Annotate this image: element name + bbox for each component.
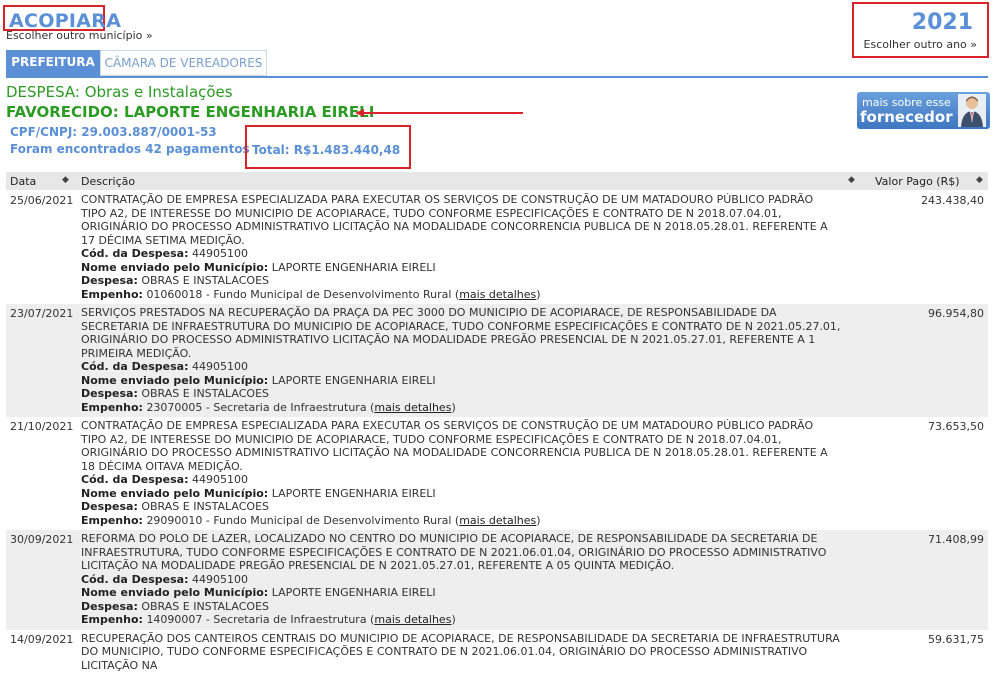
sort-date-icon[interactable]: ◆ bbox=[62, 175, 69, 185]
city-highlight-box: ACOPIARA bbox=[3, 5, 105, 31]
row-date: 14/09/2021 bbox=[10, 633, 73, 647]
change-city-link[interactable]: Escolher outro município » bbox=[6, 29, 153, 42]
row-date: 30/09/2021 bbox=[10, 533, 73, 547]
more-details-link[interactable]: mais detalhes bbox=[374, 401, 451, 414]
year-label: 2021 bbox=[912, 10, 973, 35]
year-highlight-box: 2021 Escolher outro ano » bbox=[852, 2, 989, 58]
empenho-value: 23070005 - Secretaria de Infraestrutura bbox=[146, 401, 366, 414]
cod-value: 44905100 bbox=[192, 247, 248, 260]
despesa-value: OBRAS E INSTALACOES bbox=[141, 274, 269, 287]
row-value: 59.631,75 bbox=[928, 633, 984, 647]
payments-found-text: Foram encontrados 42 pagamentos bbox=[10, 142, 250, 156]
change-year-link[interactable]: Escolher outro ano » bbox=[864, 38, 977, 51]
tab-camara-de-vereadores[interactable]: CÂMARA DE VEREADORES bbox=[100, 50, 267, 76]
empenho-value: 14090007 - Secretaria de Infraestrutura bbox=[146, 613, 366, 626]
empenho-label: Empenho: bbox=[81, 514, 143, 527]
despesa-title: DESPESA: Obras e Instalações bbox=[6, 83, 233, 101]
row-value: 73.653,50 bbox=[928, 420, 984, 434]
col-header-desc[interactable]: Descrição bbox=[81, 175, 135, 188]
despesa-label: Despesa: bbox=[81, 387, 138, 400]
total-highlight-box: Total: R$1.483.440,48 bbox=[245, 125, 411, 169]
row-description: CONTRATAÇÃO DE EMPRESA ESPECIALIZADA PAR… bbox=[81, 193, 841, 247]
cod-label: Cód. da Despesa: bbox=[81, 360, 188, 373]
more-details-link[interactable]: mais detalhes bbox=[374, 613, 451, 626]
despesa-label: Despesa: bbox=[81, 274, 138, 287]
empenho-value: 01060018 - Fundo Municipal de Desenvolvi… bbox=[146, 288, 451, 301]
sort-value-icon[interactable]: ◆ bbox=[976, 175, 983, 185]
nome-value: LAPORTE ENGENHARIA EIRELI bbox=[272, 261, 436, 274]
table-header: Data ◆ Descrição ◆ Valor Pago (R$) ◆ bbox=[6, 172, 988, 190]
col-header-date[interactable]: Data bbox=[10, 175, 36, 188]
nome-value: LAPORTE ENGENHARIA EIRELI bbox=[272, 586, 436, 599]
empenho-value: 29090010 - Fundo Municipal de Desenvolvi… bbox=[146, 514, 451, 527]
cnpj-text: CPF/CNPJ: 29.003.887/0001-53 bbox=[10, 125, 217, 139]
payments-table: 25/06/2021 243.438,40 CONTRATAÇÃO DE EMP… bbox=[6, 191, 988, 675]
row-value: 96.954,80 bbox=[928, 307, 984, 321]
more-button-line2: fornecedor bbox=[860, 108, 953, 126]
tab-prefeitura[interactable]: PREFEITURA bbox=[6, 50, 100, 76]
favorecido-title: FAVORECIDO: LAPORTE ENGENHARIA EIRELI bbox=[6, 103, 374, 121]
despesa-value: OBRAS E INSTALACOES bbox=[141, 600, 269, 613]
empenho-label: Empenho: bbox=[81, 288, 143, 301]
sort-desc-icon[interactable]: ◆ bbox=[848, 175, 855, 185]
businessman-icon bbox=[958, 94, 986, 127]
despesa-label: Despesa: bbox=[81, 600, 138, 613]
row-date: 25/06/2021 bbox=[10, 194, 73, 208]
row-date: 21/10/2021 bbox=[10, 420, 73, 434]
table-row: 14/09/2021 59.631,75 RECUPERAÇÃO DOS CAN… bbox=[6, 630, 988, 675]
cod-value: 44905100 bbox=[192, 360, 248, 373]
tab-underline bbox=[6, 76, 988, 78]
col-header-value[interactable]: Valor Pago (R$) bbox=[875, 175, 960, 188]
nome-label: Nome enviado pelo Município: bbox=[81, 261, 268, 274]
more-details-link[interactable]: mais detalhes bbox=[459, 514, 536, 527]
nome-value: LAPORTE ENGENHARIA EIRELI bbox=[272, 487, 436, 500]
table-row: 25/06/2021 243.438,40 CONTRATAÇÃO DE EMP… bbox=[6, 191, 988, 304]
row-description: SERVIÇOS PRESTADOS NA RECUPERAÇÃO DA PRA… bbox=[81, 306, 841, 360]
despesa-value: OBRAS E INSTALACOES bbox=[141, 387, 269, 400]
table-row: 30/09/2021 71.408,99 REFORMA DO POLO DE … bbox=[6, 530, 988, 630]
nome-label: Nome enviado pelo Município: bbox=[81, 586, 268, 599]
more-about-supplier-button[interactable]: mais sobre esse fornecedor bbox=[857, 92, 990, 129]
table-row: 21/10/2021 73.653,50 CONTRATAÇÃO DE EMPR… bbox=[6, 417, 988, 530]
more-details-link[interactable]: mais detalhes bbox=[459, 288, 536, 301]
cod-label: Cód. da Despesa: bbox=[81, 473, 188, 486]
cod-label: Cód. da Despesa: bbox=[81, 247, 188, 260]
empenho-label: Empenho: bbox=[81, 401, 143, 414]
row-description: CONTRATAÇÃO DE EMPRESA ESPECIALIZADA PAR… bbox=[81, 419, 841, 473]
separator-dot: · bbox=[240, 142, 244, 156]
total-amount: Total: R$1.483.440,48 bbox=[252, 143, 400, 157]
nome-label: Nome enviado pelo Município: bbox=[81, 374, 268, 387]
row-description: REFORMA DO POLO DE LAZER, LOCALIZADO NO … bbox=[81, 532, 841, 573]
nome-value: LAPORTE ENGENHARIA EIRELI bbox=[272, 374, 436, 387]
row-value: 71.408,99 bbox=[928, 533, 984, 547]
row-value: 243.438,40 bbox=[921, 194, 984, 208]
nome-label: Nome enviado pelo Município: bbox=[81, 487, 268, 500]
empenho-label: Empenho: bbox=[81, 613, 143, 626]
cod-value: 44905100 bbox=[192, 473, 248, 486]
cod-label: Cód. da Despesa: bbox=[81, 573, 188, 586]
row-date: 23/07/2021 bbox=[10, 307, 73, 321]
arrow-annotation-icon bbox=[355, 108, 525, 118]
cod-value: 44905100 bbox=[192, 573, 248, 586]
despesa-label: Despesa: bbox=[81, 500, 138, 513]
table-row: 23/07/2021 96.954,80 SERVIÇOS PRESTADOS … bbox=[6, 304, 988, 417]
despesa-value: OBRAS E INSTALACOES bbox=[141, 500, 269, 513]
row-description: RECUPERAÇÃO DOS CANTEIROS CENTRAIS DO MU… bbox=[81, 632, 841, 673]
